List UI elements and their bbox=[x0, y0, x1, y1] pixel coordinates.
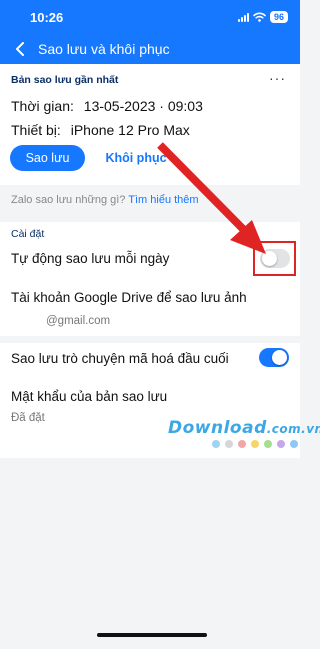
annotation-arrow bbox=[157, 142, 266, 254]
watermark-dot bbox=[290, 440, 298, 448]
watermark-dot bbox=[251, 440, 259, 448]
watermark-text: Download.com.vn bbox=[168, 418, 320, 438]
backup-password-status: Đã đặt bbox=[11, 412, 45, 424]
e2ee-backup-label: Sao lưu trò chuyện mã hoá đầu cuối bbox=[11, 351, 229, 366]
watermark-dot bbox=[225, 440, 233, 448]
watermark-dot bbox=[238, 440, 246, 448]
backup-password-label[interactable]: Mật khẩu của bản sao lưu bbox=[11, 389, 167, 404]
watermark-dot bbox=[277, 440, 285, 448]
watermark: Download.com.vn bbox=[168, 418, 320, 448]
e2ee-backup-toggle[interactable] bbox=[259, 348, 289, 367]
watermark-dots bbox=[212, 440, 320, 448]
watermark-suffix: .com.vn bbox=[266, 422, 320, 436]
divider bbox=[0, 336, 300, 343]
watermark-dot bbox=[212, 440, 220, 448]
watermark-dot bbox=[264, 440, 272, 448]
toggle-knob bbox=[272, 350, 287, 365]
watermark-brand: Download bbox=[168, 418, 267, 438]
home-indicator bbox=[97, 633, 207, 637]
google-drive-account[interactable]: @gmail.com bbox=[46, 315, 110, 327]
